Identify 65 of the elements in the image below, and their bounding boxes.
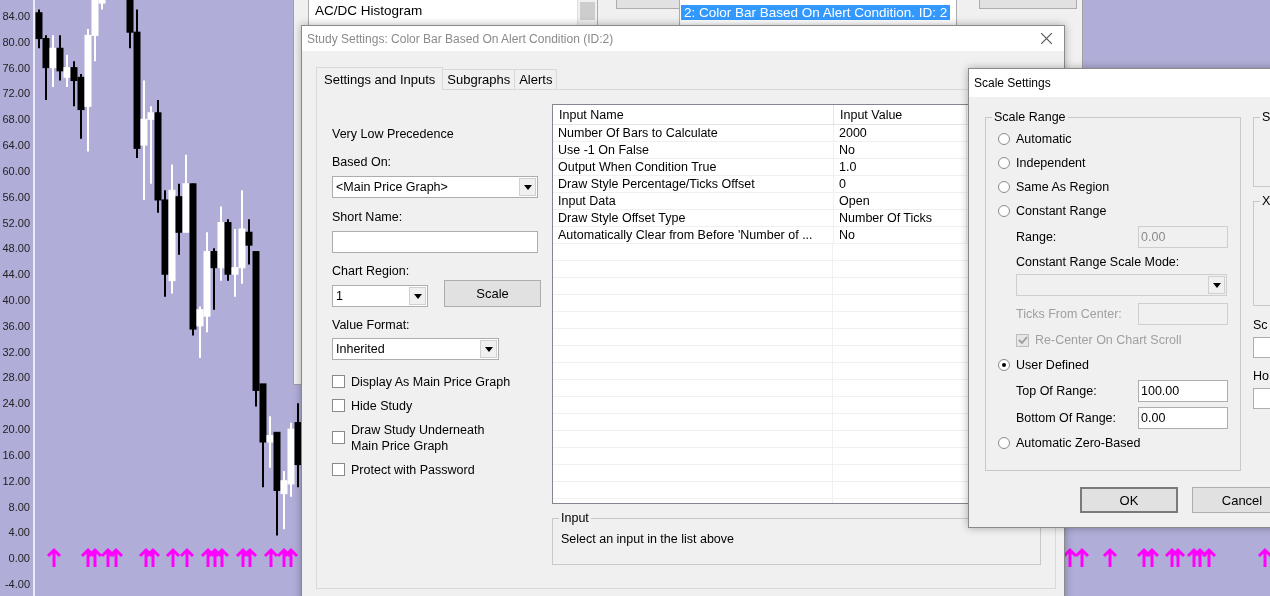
axis-label: 16.00 (2, 448, 30, 461)
axis-label: 52.00 (2, 216, 30, 229)
checkbox-label: Hide Study (351, 398, 413, 414)
axis-label: 72.00 (2, 87, 30, 100)
table-cell: Automatically Clear from Before 'Number of ... (553, 227, 834, 243)
field-label: Top Of Range: (1016, 382, 1097, 399)
table-cell: No (834, 142, 967, 158)
radio-label: Constant Range (1016, 203, 1107, 219)
field-label: Ho (1253, 368, 1270, 384)
axis-label: 12.00 (2, 474, 30, 487)
checkbox-label: Re-Center On Chart Scroll (1035, 332, 1182, 348)
field-label: Short Name: (332, 209, 404, 225)
field-label: Chart Region: (332, 263, 411, 279)
radio-label: Automatic Zero-Based (1016, 435, 1141, 451)
table-cell: Input Data (553, 193, 834, 209)
axis-label: 44.00 (2, 268, 30, 281)
table-cell: 0 (834, 176, 967, 192)
radio-label: Automatic (1016, 131, 1072, 147)
axis-label: 60.00 (2, 164, 30, 177)
table-cell: Number Of Ticks (834, 210, 967, 226)
axis-label: 48.00 (2, 242, 30, 255)
field-label: Range: (1016, 228, 1057, 245)
axis-label: 84.00 (2, 10, 30, 22)
radio-label: Independent (1016, 155, 1086, 171)
table-cell: Draw Style Offset Type (553, 210, 834, 226)
axis-label: 64.00 (2, 139, 30, 152)
field-label: Ticks From Center: (1016, 305, 1122, 322)
table-cell: Use -1 On False (553, 142, 834, 158)
axis-label: 36.00 (2, 319, 30, 332)
table-cell: Output When Condition True (553, 159, 834, 175)
axis-label: 68.00 (2, 113, 30, 126)
axis-label: 28.00 (2, 371, 30, 384)
axis-label: 20.00 (2, 423, 30, 436)
table-cell: Number Of Bars to Calculate (553, 125, 834, 141)
axis-label: 24.00 (2, 397, 30, 410)
radio-label: User Defined (1016, 357, 1089, 373)
group-title: Scale Range (992, 109, 1068, 125)
window-title: Scale Settings (974, 76, 1051, 90)
table-cell: Open (834, 193, 967, 209)
table-cell: No (834, 227, 967, 243)
precedence-text: Very Low Precedence (332, 126, 455, 142)
axis-label: 80.00 (2, 35, 30, 48)
axis-label: -4.00 (4, 578, 30, 590)
field-label: Constant Range Scale Mode: (1016, 254, 1180, 270)
field-label: Value Format: (332, 317, 411, 333)
axis-label: 0.00 (8, 552, 30, 565)
axis-label: 56.00 (2, 190, 30, 203)
axis-label: 40.00 (2, 294, 30, 306)
axis-label: 76.00 (2, 61, 30, 74)
axis-label: 8.00 (8, 500, 30, 513)
table-cell: Draw Style Percentage/Ticks Offset (553, 176, 834, 192)
checkbox-label: Display As Main Price Graph (351, 374, 511, 390)
checkbox-label: Draw Study Underneath Main Price Graph (351, 422, 486, 454)
table-cell: 1.0 (834, 159, 967, 175)
hint-text: Select an input in the list above (561, 532, 736, 546)
window-title: Study Settings: Color Bar Based On Alert Condition (ID:2) (307, 31, 614, 46)
radio-label: Same As Region (1016, 179, 1110, 195)
checkbox-label: Protect with Password (351, 462, 475, 478)
field-label: Bottom Of Range: (1016, 409, 1117, 426)
axis-label: 4.00 (8, 526, 30, 539)
field-label: Sc (1253, 317, 1269, 333)
field-label: Based On: (332, 154, 393, 170)
group-title: Input (559, 510, 591, 526)
table-cell: 2000 (834, 125, 967, 141)
axis-label: 32.00 (2, 345, 30, 358)
